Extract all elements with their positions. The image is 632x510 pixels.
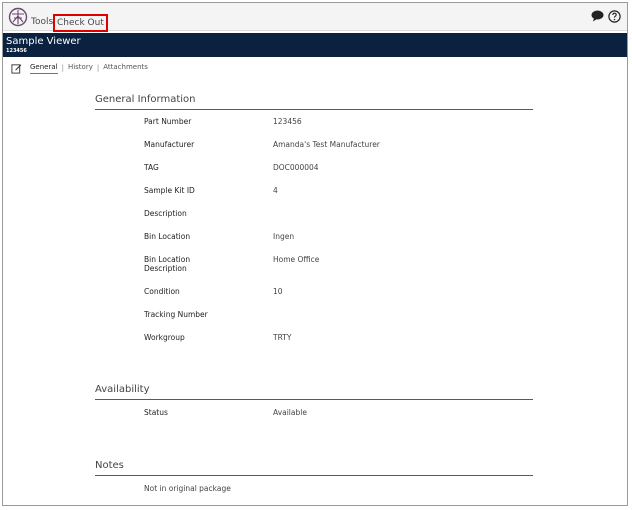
field-label-description: Description — [144, 209, 187, 218]
notes-text: Not in original package — [144, 484, 231, 493]
tab-separator: | — [96, 64, 100, 72]
notes-section-title: Notes — [95, 460, 124, 471]
field-value-condition: 10 — [273, 287, 283, 296]
field-label-status: Status — [144, 408, 168, 417]
field-value-workgroup: TRTY — [273, 333, 292, 342]
general-section-divider — [95, 109, 533, 110]
field-value-tag: DOC000004 — [273, 163, 319, 172]
field-label-tag: TAG — [144, 163, 159, 172]
brand-logo-icon[interactable] — [8, 7, 28, 27]
field-label-part-number: Part Number — [144, 117, 192, 126]
tools-button[interactable]: Tools — [31, 16, 53, 28]
tab-attachments[interactable]: Attachments — [103, 63, 148, 73]
field-value-bin-location-description: Home Office — [273, 255, 320, 264]
availability-section-divider — [95, 399, 533, 400]
app-window: Tools Check Out Sample Viewer 123456 Gen… — [2, 2, 628, 506]
availability-section-title: Availability — [95, 384, 150, 395]
general-section-title: General Information — [95, 94, 196, 105]
field-label-bin-location: Bin Location — [144, 232, 191, 241]
tab-history[interactable]: History — [68, 63, 93, 73]
notes-section-divider — [95, 475, 533, 476]
field-value-manufacturer: Amanda's Test Manufacturer — [273, 140, 380, 149]
field-value-part-number: 123456 — [273, 117, 302, 126]
field-label-tracking-number: Tracking Number — [144, 310, 208, 319]
tab-bar: General | History | Attachments — [11, 61, 148, 75]
field-label-bin-location-description: Bin Location Description — [144, 255, 191, 273]
field-value-sample-kit-id: 4 — [273, 186, 278, 195]
field-value-status: Available — [273, 408, 307, 417]
chat-icon[interactable] — [591, 10, 604, 22]
top-toolbar: Tools Check Out — [3, 3, 627, 32]
check-out-button[interactable]: Check Out — [53, 14, 108, 32]
field-label-workgroup: Workgroup — [144, 333, 185, 342]
field-label-manufacturer: Manufacturer — [144, 140, 195, 149]
viewer-header: Sample Viewer 123456 — [3, 33, 627, 57]
help-icon[interactable] — [608, 10, 621, 23]
field-label-sample-kit-id: Sample Kit ID — [144, 186, 195, 195]
field-label-condition: Condition — [144, 287, 180, 296]
page-title: Sample Viewer — [6, 36, 81, 47]
tab-separator: | — [61, 64, 64, 72]
page-subtitle: 123456 — [6, 48, 27, 54]
edit-icon[interactable] — [11, 63, 22, 74]
field-value-bin-location: Ingen — [273, 232, 295, 241]
tab-general[interactable]: General — [30, 63, 58, 74]
